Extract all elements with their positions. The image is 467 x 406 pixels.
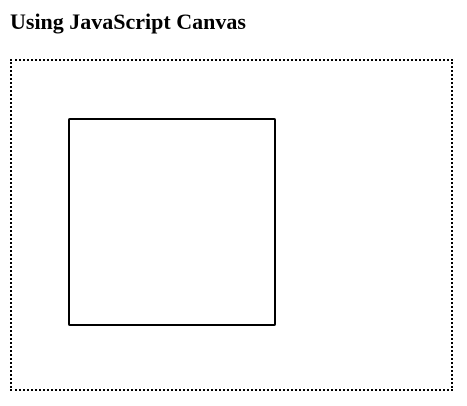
drawn-square-shape — [68, 118, 276, 326]
page-title: Using JavaScript Canvas — [10, 9, 246, 34]
canvas-area[interactable] — [10, 59, 453, 391]
